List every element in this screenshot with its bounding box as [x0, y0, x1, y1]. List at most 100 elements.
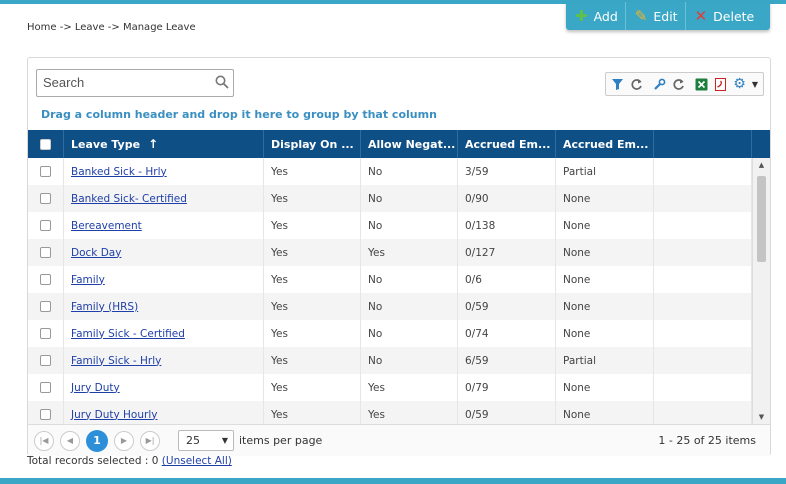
- last-page-icon[interactable]: ▶|: [140, 430, 160, 451]
- row-select-cell: [28, 320, 64, 347]
- row-select-cell: [28, 266, 64, 293]
- filter-icon[interactable]: [608, 74, 627, 94]
- grid-body: Banked Sick - Hrly Yes No 3/59 Partial Banked…: [28, 158, 770, 424]
- allow-negative-cell: Yes: [361, 374, 458, 401]
- accrued-1-cell: 6/59: [458, 347, 556, 374]
- row-checkbox[interactable]: [40, 355, 51, 366]
- empty-cell: [654, 212, 752, 239]
- leave-type-link[interactable]: Banked Sick - Hrly: [71, 166, 167, 178]
- leave-type-link[interactable]: Dock Day: [71, 247, 121, 259]
- vertical-scrollbar[interactable]: ▲ ▼: [752, 158, 770, 424]
- accrued-1-cell: 0/74: [458, 320, 556, 347]
- row-select-cell: [28, 347, 64, 374]
- table-row[interactable]: Family Sick - Hrly Yes No 6/59 Partial: [28, 347, 752, 374]
- leave-type-link[interactable]: Family Sick - Certified: [71, 328, 185, 340]
- row-checkbox[interactable]: [40, 328, 51, 339]
- row-checkbox[interactable]: [40, 247, 51, 258]
- page-size-select[interactable]: 25 ▼: [178, 430, 234, 451]
- leave-type-link[interactable]: Bereavement: [71, 220, 142, 232]
- allow-negative-cell: No: [361, 212, 458, 239]
- table-row[interactable]: Family (HRS) Yes No 0/59 None: [28, 293, 752, 320]
- display-on-cell: Yes: [264, 320, 361, 347]
- first-page-icon[interactable]: |◀: [34, 430, 54, 451]
- scrollbar-thumb[interactable]: [757, 176, 766, 262]
- bottom-accent-bar: [0, 478, 786, 484]
- scroll-up-icon[interactable]: ▲: [753, 158, 770, 172]
- column-header-leave-type[interactable]: Leave Type ↑: [64, 130, 264, 158]
- unselect-all-link[interactable]: (Unselect All): [162, 455, 232, 467]
- allow-negative-cell: No: [361, 158, 458, 185]
- row-checkbox[interactable]: [40, 274, 51, 285]
- edit-button[interactable]: ✎ Edit: [624, 2, 685, 30]
- items-per-page-label: items per page: [239, 434, 323, 447]
- column-header-accrued-1[interactable]: Accrued Em...: [458, 130, 556, 158]
- pdf-icon[interactable]: [711, 74, 730, 94]
- pager: |◀ ◀ 1 ▶ ▶| 25 ▼ items per page 1 - 25 o…: [28, 424, 770, 456]
- table-row[interactable]: Jury Duty Hourly Yes Yes 0/59 None: [28, 401, 752, 424]
- column-header-allow-negative[interactable]: Allow Negat...: [361, 130, 458, 158]
- row-checkbox[interactable]: [40, 193, 51, 204]
- refresh-icon[interactable]: [627, 74, 646, 94]
- column-header-scroll-spacer: [752, 130, 770, 158]
- page-size-value: 25: [186, 434, 200, 447]
- column-label: Leave Type: [71, 137, 141, 151]
- leave-type-cell: Banked Sick - Hrly: [64, 158, 264, 185]
- delete-button-label: Delete: [713, 8, 755, 24]
- total-records-selected: Total records selected : 0 (Unselect All…: [27, 455, 232, 467]
- select-all-checkbox[interactable]: [40, 138, 51, 150]
- leave-type-link[interactable]: Jury Duty Hourly: [71, 409, 157, 421]
- row-checkbox[interactable]: [40, 166, 51, 177]
- refresh-icon[interactable]: [669, 74, 688, 94]
- accrued-1-cell: 0/79: [458, 374, 556, 401]
- search-icon[interactable]: [215, 75, 229, 89]
- delete-button[interactable]: ✕ Delete: [684, 2, 762, 30]
- table-row[interactable]: Banked Sick - Hrly Yes No 3/59 Partial: [28, 158, 752, 185]
- column-header-accrued-2[interactable]: Accrued Em...: [556, 130, 654, 158]
- next-page-icon[interactable]: ▶: [114, 430, 134, 451]
- row-checkbox[interactable]: [40, 220, 51, 231]
- select-all-cell: [28, 130, 64, 158]
- leave-type-link[interactable]: Family: [71, 274, 105, 286]
- table-row[interactable]: Jury Duty Yes Yes 0/79 None: [28, 374, 752, 401]
- leave-type-link[interactable]: Family (HRS): [71, 301, 138, 313]
- row-select-cell: [28, 212, 64, 239]
- empty-cell: [654, 239, 752, 266]
- pencil-icon: ✎: [634, 6, 648, 25]
- display-on-cell: Yes: [264, 374, 361, 401]
- accrued-2-cell: None: [556, 185, 654, 212]
- row-checkbox[interactable]: [40, 409, 51, 420]
- previous-page-icon[interactable]: ◀: [60, 430, 80, 451]
- row-select-cell: [28, 401, 64, 424]
- current-page-button[interactable]: 1: [86, 429, 108, 452]
- close-icon: ✕: [694, 6, 708, 25]
- table-row[interactable]: Dock Day Yes Yes 0/127 None: [28, 239, 752, 266]
- table-row[interactable]: Family Sick - Certified Yes No 0/74 None: [28, 320, 752, 347]
- add-button[interactable]: ✚ Add: [566, 2, 625, 30]
- row-checkbox[interactable]: [40, 301, 51, 312]
- accrued-1-cell: 0/138: [458, 212, 556, 239]
- display-on-cell: Yes: [264, 293, 361, 320]
- pager-info: 1 - 25 of 25 items: [658, 434, 756, 447]
- row-checkbox[interactable]: [40, 382, 51, 393]
- add-button-label: Add: [593, 8, 618, 24]
- gear-icon[interactable]: ⚙: [730, 74, 749, 94]
- table-row[interactable]: Family Yes No 0/6 None: [28, 266, 752, 293]
- empty-cell: [654, 158, 752, 185]
- empty-cell: [654, 374, 752, 401]
- caret-down-icon[interactable]: ▼: [749, 74, 761, 94]
- scroll-down-icon[interactable]: ▼: [753, 410, 770, 424]
- table-row[interactable]: Banked Sick- Certified Yes No 0/90 None: [28, 185, 752, 212]
- search-input[interactable]: [37, 70, 208, 94]
- table-row[interactable]: Bereavement Yes No 0/138 None: [28, 212, 752, 239]
- excel-icon[interactable]: [692, 74, 711, 94]
- display-on-cell: Yes: [264, 212, 361, 239]
- leave-type-link[interactable]: Banked Sick- Certified: [71, 193, 187, 205]
- leave-type-link[interactable]: Family Sick - Hrly: [71, 355, 161, 367]
- allow-negative-cell: No: [361, 320, 458, 347]
- leave-type-cell: Banked Sick- Certified: [64, 185, 264, 212]
- allow-negative-cell: No: [361, 347, 458, 374]
- accrued-2-cell: None: [556, 293, 654, 320]
- column-header-display-on[interactable]: Display On ...: [264, 130, 361, 158]
- leave-type-link[interactable]: Jury Duty: [71, 382, 120, 394]
- wrench-icon[interactable]: [650, 74, 669, 94]
